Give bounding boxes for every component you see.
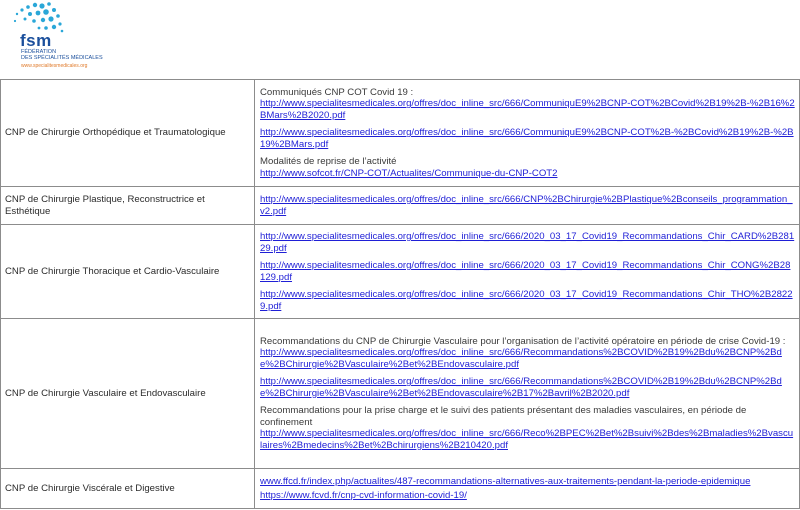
resource-link[interactable]: http://www.specialitesmedicales.org/offr…: [260, 428, 795, 451]
resource-label: Recommandations du CNP de Chirurgie Vasc…: [260, 335, 786, 347]
resource-link[interactable]: http://www.specialitesmedicales.org/offr…: [260, 289, 795, 312]
table-row: CNP de Chirurgie Plastique, Reconstructr…: [0, 186, 800, 225]
resources-cell: http://www.specialitesmedicales.org/offr…: [254, 224, 800, 319]
logo-url: www.specialitesmedicales.org: [21, 63, 88, 69]
resource-link[interactable]: http://www.specialitesmedicales.org/offr…: [260, 98, 795, 121]
cnp-name-cell: CNP de Chirurgie Viscérale et Digestive: [0, 468, 255, 509]
resources-cell: Recommandations du CNP de Chirurgie Vasc…: [254, 318, 800, 469]
table-row: CNP de Chirurgie Orthopédique et Traumat…: [0, 79, 800, 187]
resource-link[interactable]: http://www.specialitesmedicales.org/offr…: [260, 194, 795, 217]
resource-label: Modalités de reprise de l’activité: [260, 156, 397, 168]
table-row: CNP de Chirurgie Thoracique et Cardio-Va…: [0, 224, 800, 319]
table-row: CNP de Chirurgie Viscérale et Digestive …: [0, 468, 800, 509]
cnp-resources-table: CNP de Chirurgie Orthopédique et Traumat…: [0, 79, 800, 509]
resource-link[interactable]: http://www.specialitesmedicales.org/offr…: [260, 231, 795, 254]
cnp-name-cell: CNP de Chirurgie Vasculaire et Endovascu…: [0, 318, 255, 469]
cnp-name-cell: CNP de Chirurgie Thoracique et Cardio-Va…: [0, 224, 255, 319]
table-row: CNP de Chirurgie Vasculaire et Endovascu…: [0, 318, 800, 469]
logo-line2: DES SPÉCIALITÉS MÉDICALES: [21, 55, 103, 61]
cnp-name-cell: CNP de Chirurgie Orthopédique et Traumat…: [0, 79, 255, 187]
resource-label: Communiqués CNP COT Covid 19 :: [260, 86, 414, 98]
resource-link[interactable]: http://www.specialitesmedicales.org/offr…: [260, 260, 795, 283]
resource-link[interactable]: http://www.specialitesmedicales.org/offr…: [260, 127, 795, 150]
cnp-name-cell: CNP de Chirurgie Plastique, Reconstructr…: [0, 186, 255, 225]
resources-cell: http://www.specialitesmedicales.org/offr…: [254, 186, 800, 225]
logo-initials: fsm: [20, 31, 52, 50]
resource-label: Recommandations pour la prise charge et …: [260, 405, 747, 428]
resource-link[interactable]: http://www.sofcot.fr/CNP-COT/Actualites/…: [260, 168, 795, 180]
fsm-logo: fsm FÉDÉRATION DES SPÉCIALITÉS MÉDICALES…: [0, 0, 120, 78]
resource-link[interactable]: http://www.specialitesmedicales.org/offr…: [260, 347, 795, 370]
resources-cell: Communiqués CNP COT Covid 19 : http://ww…: [254, 79, 800, 187]
resource-link[interactable]: http://www.specialitesmedicales.org/offr…: [260, 376, 795, 399]
resource-link[interactable]: https://www.fcvd.fr/cnp-cvd-information-…: [260, 490, 795, 502]
resources-cell: www.ffcd.fr/index.php/actualites/487-rec…: [254, 468, 800, 509]
resource-link[interactable]: www.ffcd.fr/index.php/actualites/487-rec…: [260, 476, 795, 488]
